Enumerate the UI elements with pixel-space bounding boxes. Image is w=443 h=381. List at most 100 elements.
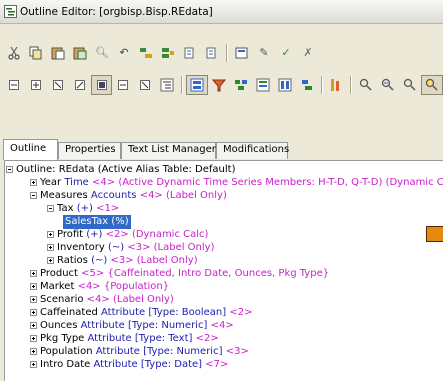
- expand-toggle[interactable]: [30, 296, 37, 303]
- member-type: Attribute [Type: Text]: [87, 333, 193, 344]
- window-title: Outline Editor: [orgbisp.Bisp.REdata]: [20, 5, 213, 18]
- member-info: <7>: [205, 359, 229, 370]
- member-info: <3>: [225, 346, 249, 357]
- expand-toggle[interactable]: [47, 244, 54, 251]
- member-name: Intro Date: [40, 359, 91, 370]
- toolbar-edit: 🔍︎ ↶ ✎ ✓ ✗: [0, 40, 443, 65]
- expand-toggle[interactable]: [30, 179, 37, 186]
- member-name: Population: [40, 346, 93, 357]
- member-info: <2>: [195, 333, 219, 344]
- expand-toggle[interactable]: [30, 322, 37, 329]
- member-type: Attribute [Type: Boolean]: [101, 307, 227, 318]
- collapse-toggle[interactable]: [30, 192, 37, 199]
- member-name: Profit: [57, 229, 84, 240]
- undo-icon[interactable]: ↶: [113, 43, 135, 63]
- paste-special-icon[interactable]: [69, 43, 91, 63]
- member-info: <4> {Population}: [77, 281, 170, 292]
- properties-icon[interactable]: [231, 43, 253, 63]
- edit-icon[interactable]: ✎: [253, 43, 275, 63]
- expand-toggle[interactable]: [47, 257, 54, 264]
- member-type: Time: [64, 177, 89, 188]
- outline-editor-icon: [4, 5, 17, 18]
- view1-icon[interactable]: [47, 75, 69, 95]
- outline-view-icon[interactable]: [186, 74, 209, 95]
- member-info: <1>: [96, 203, 120, 214]
- tab-modifications[interactable]: Modifications: [216, 142, 289, 159]
- member-type: Attribute [Type: Date]: [93, 359, 203, 370]
- expand-all-icon[interactable]: [25, 75, 47, 95]
- find-icon[interactable]: 🔍︎: [91, 43, 113, 63]
- expand-toggle[interactable]: [30, 270, 37, 277]
- member-name: Market: [40, 281, 75, 292]
- paste-icon[interactable]: [47, 43, 69, 63]
- member-info: <2>: [229, 307, 253, 318]
- member-info: <3> (Label Only): [127, 242, 215, 253]
- member-info: <4> (Label Only): [86, 294, 174, 305]
- collapse-all-icon[interactable]: [3, 75, 25, 95]
- member-name: Year: [40, 177, 62, 188]
- member-type: (+): [86, 229, 103, 240]
- member-name: Inventory: [57, 242, 105, 253]
- member-name: Ounces: [40, 320, 78, 331]
- filter-icon[interactable]: [208, 75, 230, 95]
- sort-icon[interactable]: [296, 75, 318, 95]
- member-name: Measures: [40, 190, 88, 201]
- add-sibling-icon[interactable]: [157, 43, 179, 63]
- dimension-icon[interactable]: [274, 75, 296, 95]
- collapse-toggle[interactable]: [47, 205, 54, 212]
- member-name: Product: [40, 268, 78, 279]
- member-type: Accounts: [90, 190, 137, 201]
- toolbar-view: [0, 72, 443, 97]
- sync-icon[interactable]: [421, 74, 443, 95]
- copy-icon[interactable]: [25, 43, 47, 63]
- member-info: <4>: [210, 320, 234, 331]
- attributes-icon[interactable]: [252, 75, 274, 95]
- member-type: (+): [76, 203, 93, 214]
- tab-properties[interactable]: Properties: [58, 142, 121, 159]
- member-type: Attribute [Type: Numeric]: [95, 346, 223, 357]
- move-down-icon[interactable]: [201, 43, 223, 63]
- view4-icon[interactable]: [112, 75, 134, 95]
- member-name: Caffeinated: [40, 307, 98, 318]
- member-type: (~): [107, 242, 125, 253]
- member-info: <3> (Label Only): [110, 255, 198, 266]
- cut-icon[interactable]: [3, 43, 25, 63]
- toolbar-separator: [320, 75, 323, 94]
- expand-toggle[interactable]: [30, 309, 37, 316]
- expand-toggle[interactable]: [47, 231, 54, 238]
- clear-icon[interactable]: ✗: [297, 43, 319, 63]
- collapse-toggle[interactable]: [6, 166, 13, 173]
- editor-tabs: Outline Properties Text List Manager Mod…: [0, 139, 443, 160]
- search-icon[interactable]: [355, 75, 377, 95]
- move-up-icon[interactable]: [179, 43, 201, 63]
- verify-icon[interactable]: ✓: [275, 43, 297, 63]
- hierarchy-icon[interactable]: [156, 75, 178, 95]
- outline-tree: Outline: REdata (Active Alias Table: Def…: [4, 160, 443, 381]
- outline-root-label: Outline: REdata (Active Alias Table: Def…: [16, 164, 236, 175]
- expand-toggle[interactable]: [30, 361, 37, 368]
- member-name: Ratios: [57, 255, 88, 266]
- view5-icon[interactable]: [134, 75, 156, 95]
- members-icon[interactable]: [230, 75, 252, 95]
- tab-text-list-manager[interactable]: Text List Manager: [121, 142, 216, 159]
- member-name: Pkg Type: [40, 333, 85, 344]
- zoom-icon[interactable]: [326, 75, 348, 95]
- member-name: Scenario: [40, 294, 84, 305]
- toolbar-separator: [226, 43, 228, 62]
- expand-toggle[interactable]: [30, 283, 37, 290]
- member-name: Tax: [57, 203, 74, 214]
- tab-outline[interactable]: Outline: [3, 139, 58, 160]
- toolbar-separator: [181, 75, 184, 94]
- expand-toggle[interactable]: [30, 335, 37, 342]
- view3-icon[interactable]: [90, 74, 113, 95]
- expand-toggle[interactable]: [30, 348, 37, 355]
- search-prev-icon[interactable]: [399, 75, 421, 95]
- member-name: SalesTax (%): [63, 215, 131, 229]
- member-info: <5> {Caffeinated, Intro Date, Ounces, Pk…: [81, 268, 330, 279]
- add-child-icon[interactable]: [135, 43, 157, 63]
- member-info: <4> (Label Only): [139, 190, 227, 201]
- view2-icon[interactable]: [69, 75, 91, 95]
- search-next-icon[interactable]: [377, 75, 399, 95]
- member-type: Attribute [Type: Numeric]: [80, 320, 208, 331]
- member-type: (~): [91, 255, 108, 266]
